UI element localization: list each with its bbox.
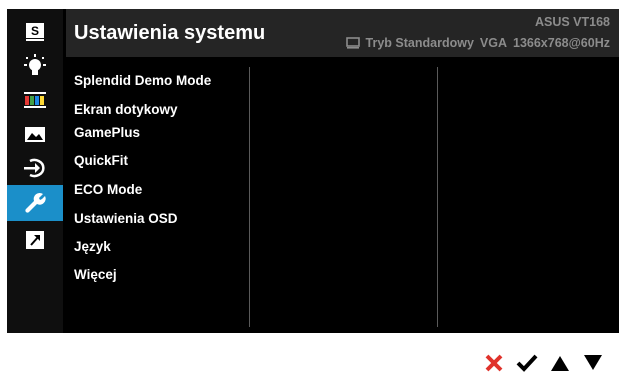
svg-text:S: S	[31, 24, 39, 38]
down-triangle-icon	[583, 355, 602, 370]
menu-item-jezyk[interactable]: Język	[74, 239, 111, 254]
sidebar-item-image[interactable]	[7, 49, 63, 82]
menu-item-wiecej[interactable]: Więcej	[74, 267, 117, 282]
check-icon	[516, 354, 537, 372]
shortcut-arrow-icon	[26, 230, 44, 249]
wrench-icon	[25, 192, 46, 213]
resolution-label: 1366x768@60Hz	[513, 36, 610, 50]
up-triangle-icon	[550, 356, 569, 371]
splendid-s-icon: S	[26, 22, 44, 41]
sidebar-item-splendid[interactable]: S	[7, 15, 63, 48]
brightness-bulb-icon	[24, 53, 46, 75]
menu-item-quickfit[interactable]: QuickFit	[74, 153, 128, 168]
input-label: VGA	[479, 36, 507, 50]
sidebar-item-input[interactable]	[7, 151, 63, 184]
sidebar-item-picture[interactable]	[7, 117, 63, 150]
input-select-icon	[24, 158, 45, 177]
page-title: Ustawienia systemu	[74, 22, 266, 44]
down-button[interactable]	[581, 352, 604, 374]
monitor-icon	[345, 37, 360, 49]
menu-item-gameplus[interactable]: GamePlus	[74, 125, 140, 140]
menu-panel: Splendid Demo Mode Ekran dotykowy GamePl…	[66, 59, 619, 333]
menu-item-eco-mode[interactable]: ECO Mode	[74, 182, 142, 197]
menu-item-splendid-demo-mode[interactable]: Splendid Demo Mode	[74, 73, 211, 88]
column-divider	[249, 67, 250, 327]
color-bars-icon	[24, 91, 46, 108]
mode-label: Tryb Standardowy	[365, 36, 474, 50]
close-button[interactable]	[482, 352, 505, 374]
image-landscape-icon	[25, 126, 45, 142]
close-icon	[485, 354, 502, 372]
column-divider	[437, 67, 438, 327]
status-line: Tryb Standardowy VGA 1366x768@60Hz	[345, 36, 610, 50]
confirm-button[interactable]	[515, 352, 538, 374]
nav-buttons	[482, 351, 612, 375]
sidebar-item-system[interactable]	[7, 185, 63, 221]
menu-item-ekran-dotykowy[interactable]: Ekran dotykowy	[74, 102, 178, 117]
sidebar: S	[7, 9, 63, 333]
menu-item-ustawienia-osd[interactable]: Ustawienia OSD	[74, 211, 178, 226]
sidebar-item-color[interactable]	[7, 83, 63, 116]
model-name: ASUS VT168	[534, 15, 610, 29]
sidebar-item-shortcut[interactable]	[7, 223, 63, 256]
up-button[interactable]	[548, 352, 571, 374]
header-bar: Ustawienia systemu ASUS VT168 Tryb Stand…	[66, 9, 619, 57]
osd-window: S Ustawienia systemu ASUS VT168 Tryb Sta…	[7, 9, 619, 333]
